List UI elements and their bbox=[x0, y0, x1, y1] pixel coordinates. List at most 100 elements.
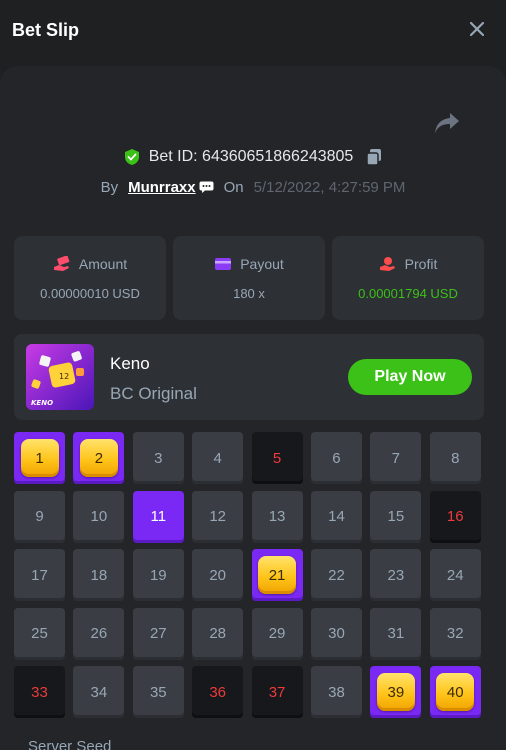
keno-cell-number: 15 bbox=[387, 508, 405, 525]
keno-cell-number: 11 bbox=[150, 508, 167, 525]
keno-cell[interactable]: 37 bbox=[251, 666, 303, 718]
coin-hand-icon bbox=[379, 256, 395, 271]
keno-cell[interactable]: 9 bbox=[14, 490, 65, 543]
keno-cell[interactable]: 39 bbox=[370, 666, 422, 718]
keno-cell[interactable]: 12 bbox=[192, 490, 244, 543]
stat-profit-label: Profit bbox=[404, 255, 438, 272]
keno-cell-number: 27 bbox=[149, 625, 167, 642]
play-now-button[interactable]: Play Now bbox=[348, 359, 472, 395]
stat-payout-label: Payout bbox=[240, 255, 284, 272]
keno-cell-number: 8 bbox=[451, 449, 460, 467]
keno-gem: 2 bbox=[79, 439, 118, 477]
on-label: On bbox=[223, 178, 244, 196]
keno-cell[interactable]: 38 bbox=[310, 666, 362, 718]
keno-cell[interactable]: 29 bbox=[251, 607, 303, 660]
share-icon[interactable] bbox=[434, 112, 460, 134]
keno-cell[interactable]: 2 bbox=[73, 432, 125, 484]
game-thumbnail[interactable]: 12 KENO bbox=[26, 344, 94, 410]
keno-cell-number: 37 bbox=[268, 683, 286, 701]
keno-cell-number: 33 bbox=[31, 683, 48, 701]
keno-cell[interactable]: 18 bbox=[73, 549, 125, 601]
keno-cell-number: 23 bbox=[387, 566, 405, 584]
keno-cell[interactable]: 24 bbox=[429, 549, 481, 601]
card-icon bbox=[215, 257, 232, 270]
bet-date: 5/12/2022, 4:27:59 PM bbox=[253, 178, 406, 196]
keno-cell[interactable]: 6 bbox=[310, 432, 362, 484]
keno-cell-number: 24 bbox=[446, 566, 464, 584]
keno-cell-number: 31 bbox=[387, 625, 405, 642]
bet-meta-row: By Munrraxx On 5/12/2022, 4:27:59 PM bbox=[0, 176, 506, 198]
keno-cell[interactable]: 21 bbox=[251, 549, 303, 601]
keno-cell[interactable]: 33 bbox=[14, 666, 65, 718]
keno-gem: 1 bbox=[20, 439, 59, 477]
keno-cell-number: 19 bbox=[149, 566, 167, 584]
stat-amount-label: Amount bbox=[78, 255, 128, 272]
keno-cell[interactable]: 36 bbox=[192, 666, 244, 718]
keno-cell[interactable]: 28 bbox=[192, 607, 244, 660]
keno-cell-number: 13 bbox=[268, 508, 286, 525]
keno-cell[interactable]: 19 bbox=[132, 549, 184, 601]
bet-stats: Amount 0.00000010 USD Payout 180 x Profi… bbox=[14, 236, 484, 320]
keno-cell[interactable]: 8 bbox=[429, 432, 481, 484]
bet-id: Bet ID: 64360651866243805 bbox=[148, 148, 354, 165]
keno-cell-number: 17 bbox=[31, 566, 48, 584]
keno-cell[interactable]: 31 bbox=[370, 607, 422, 660]
svg-text:KENO: KENO bbox=[31, 399, 53, 407]
keno-gem: 21 bbox=[258, 556, 297, 594]
keno-cell[interactable]: 16 bbox=[429, 490, 481, 543]
keno-cell[interactable]: 3 bbox=[132, 432, 184, 484]
keno-cell[interactable]: 25 bbox=[14, 607, 65, 660]
keno-cell[interactable]: 35 bbox=[132, 666, 184, 718]
keno-cell-number: 16 bbox=[446, 508, 464, 525]
keno-gem: 40 bbox=[436, 673, 475, 711]
keno-cell[interactable]: 5 bbox=[251, 432, 303, 484]
server-seed-label: Server Seed bbox=[28, 738, 112, 750]
stat-profit: Profit 0.00001794 USD bbox=[332, 236, 484, 320]
keno-cell-number: 6 bbox=[332, 449, 341, 467]
username-link[interactable]: Munrraxx bbox=[128, 179, 214, 196]
copy-icon[interactable] bbox=[365, 148, 383, 166]
keno-cell-number: 12 bbox=[209, 508, 227, 525]
keno-cell[interactable]: 14 bbox=[310, 490, 362, 543]
keno-cell-number: 34 bbox=[90, 683, 108, 701]
keno-cell-number: 3 bbox=[154, 449, 163, 467]
page-title: Bet Slip bbox=[12, 20, 80, 40]
keno-cell-number: 20 bbox=[209, 566, 227, 584]
keno-cell-number: 14 bbox=[328, 508, 345, 525]
shield-check-icon bbox=[124, 149, 139, 165]
keno-cell[interactable]: 1 bbox=[14, 432, 65, 484]
keno-cell-number: 18 bbox=[90, 566, 108, 584]
keno-cell[interactable]: 10 bbox=[73, 490, 125, 543]
svg-text:12: 12 bbox=[59, 372, 69, 381]
game-name: Keno bbox=[110, 354, 150, 373]
keno-cell[interactable]: 15 bbox=[370, 490, 422, 543]
keno-cell[interactable]: 22 bbox=[310, 549, 362, 601]
keno-cell-number: 35 bbox=[149, 683, 167, 701]
keno-cell[interactable]: 4 bbox=[192, 432, 244, 484]
keno-cell[interactable]: 34 bbox=[73, 666, 125, 718]
keno-cell[interactable]: 26 bbox=[73, 607, 125, 660]
keno-cell[interactable]: 40 bbox=[429, 666, 481, 718]
keno-cell-number: 26 bbox=[90, 625, 108, 642]
keno-cell[interactable]: 20 bbox=[192, 549, 244, 601]
keno-cell-number: 38 bbox=[328, 683, 345, 701]
keno-cell-number: 32 bbox=[446, 625, 464, 642]
keno-cell[interactable]: 30 bbox=[310, 607, 362, 660]
keno-cell[interactable]: 17 bbox=[14, 549, 65, 601]
keno-cell-number: 7 bbox=[391, 449, 401, 467]
keno-cell[interactable]: 11 bbox=[132, 490, 184, 543]
keno-cell-number: 4 bbox=[213, 449, 222, 467]
keno-cell[interactable]: 7 bbox=[370, 432, 422, 484]
keno-cell[interactable]: 13 bbox=[251, 490, 303, 543]
close-icon[interactable] bbox=[468, 20, 486, 38]
keno-cell-number: 28 bbox=[209, 625, 227, 642]
chat-icon bbox=[199, 181, 214, 193]
keno-cell-number: 10 bbox=[90, 508, 108, 525]
keno-cell-number: 5 bbox=[272, 449, 282, 467]
keno-cell[interactable]: 27 bbox=[132, 607, 184, 660]
keno-cell[interactable]: 23 bbox=[370, 549, 422, 601]
stat-amount-value: 0.00000010 USD bbox=[40, 285, 140, 301]
game-card: 12 KENO Keno BC Original Play Now bbox=[14, 334, 484, 420]
keno-cell[interactable]: 32 bbox=[429, 607, 481, 660]
header-bar: Bet Slip bbox=[0, 0, 506, 64]
